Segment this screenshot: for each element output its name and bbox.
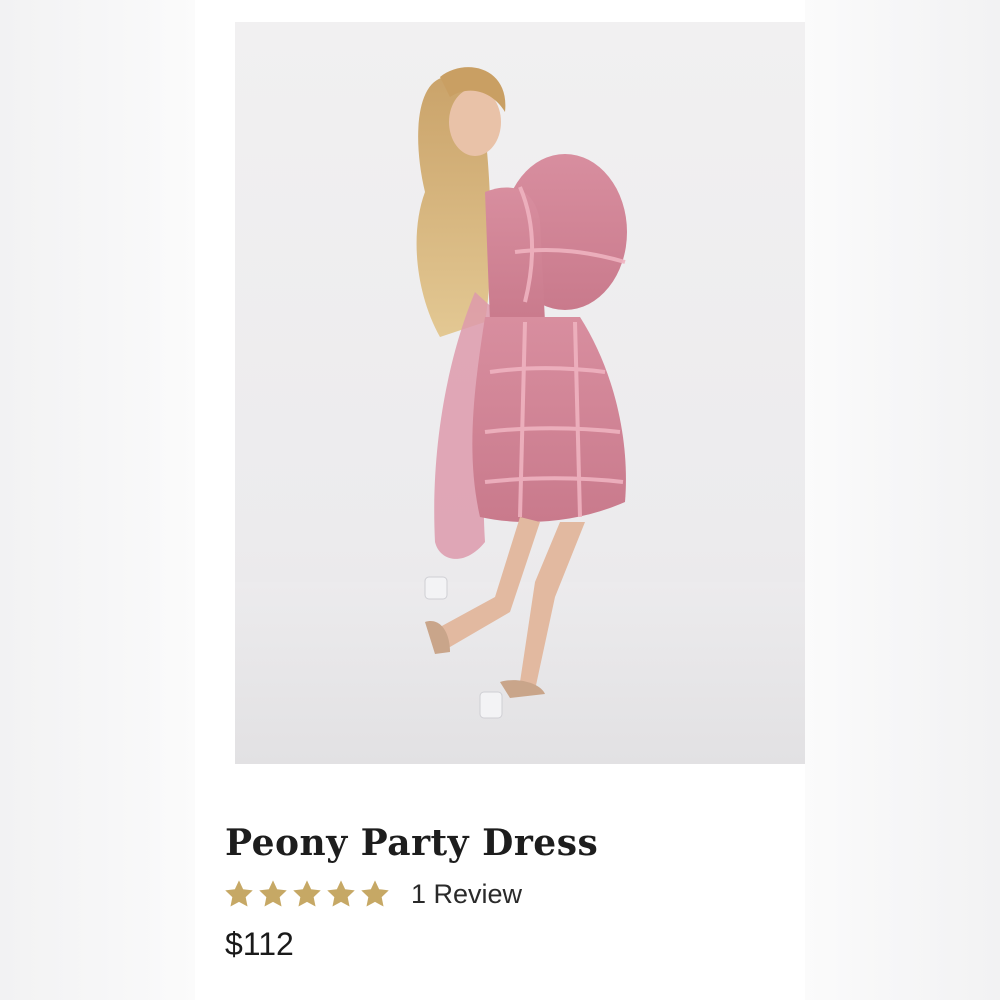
review-count-link[interactable]: 1 Review (411, 879, 522, 910)
product-card[interactable]: Peony Party Dress 1 Review $112 (195, 0, 805, 1000)
star-icon (257, 878, 289, 910)
rating-row[interactable]: 1 Review (223, 874, 522, 914)
star-icon (223, 878, 255, 910)
blurred-background-left (0, 0, 195, 1000)
star-icon (359, 878, 391, 910)
star-icon (325, 878, 357, 910)
product-image[interactable] (235, 22, 805, 764)
star-rating (223, 878, 393, 910)
product-price: $112 (225, 926, 294, 962)
product-title: Peony Party Dress (225, 822, 599, 864)
star-icon (291, 878, 323, 910)
blurred-background-right (805, 0, 1000, 1000)
product-photo-illustration (235, 67, 805, 764)
